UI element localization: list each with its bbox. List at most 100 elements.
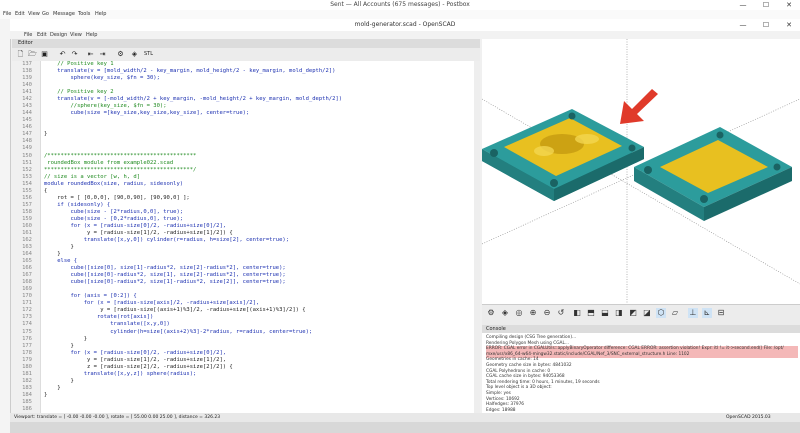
3d-viewport[interactable] [482, 39, 800, 304]
perspective-icon[interactable]: ⬡ [656, 308, 666, 318]
view-top-icon[interactable]: ⬒ [586, 308, 596, 318]
openscad-menu-design[interactable]: Design [50, 31, 67, 39]
preview-icon[interactable]: ⚙ [486, 308, 496, 318]
code-line: // Positive key 1 [44, 61, 114, 67]
code-line: cylinder(h=size[(axis+2)%3]-2*radius, r=… [44, 328, 313, 335]
code-line: } [44, 251, 61, 258]
code-line: y = [radius-size[(axis+1)%3]/2, -radius+… [44, 307, 306, 314]
openscad-menu-help[interactable]: Help [86, 31, 97, 39]
zoom-out-icon[interactable]: ⊖ [542, 308, 552, 318]
viewport-status: Viewport: translate = [ -0.00 -0.00 -0.0… [14, 415, 221, 420]
show-axes-icon[interactable]: ⊥ [688, 308, 698, 318]
line-number: 157 [22, 201, 32, 208]
version-label: OpenSCAD 2015.03 [726, 415, 771, 420]
code-line: cube(size - [2*radius,0,0], true); [44, 208, 184, 215]
line-number: 144 [22, 110, 32, 117]
postbox-menu-go[interactable]: Go [42, 10, 49, 19]
line-number: 140 [22, 82, 32, 89]
code-line: for (x = [radius-size[axis]/2, -radius+s… [44, 300, 260, 307]
postbox-menu-view[interactable]: View [28, 10, 40, 19]
redo-icon[interactable]: ↷ [70, 50, 79, 59]
openscad-menu-view[interactable]: View [70, 31, 82, 39]
code-line: /***************************************… [44, 152, 197, 159]
openscad-maximize-button[interactable]: ☐ [755, 20, 777, 30]
postbox-maximize-button[interactable]: ☐ [755, 0, 777, 10]
line-number: 143 [22, 103, 32, 110]
code-line: // Positive key 2 [44, 89, 114, 96]
postbox-menu-edit[interactable]: Edit [15, 10, 25, 19]
line-number: 150 [22, 152, 32, 159]
code-line: cube([size[0], size[1]-radius*2, size[2]… [44, 265, 286, 272]
line-number: 156 [22, 194, 32, 201]
editor-toolbar [12, 48, 480, 62]
postbox-menu-message[interactable]: Message [53, 10, 75, 19]
line-number: 141 [22, 89, 32, 96]
line-number: 184 [22, 391, 32, 398]
postbox-menu-tools[interactable]: Tools [78, 10, 90, 19]
render-view [482, 39, 800, 304]
line-number: 186 [22, 405, 32, 412]
line-number: 167 [22, 272, 32, 279]
editor-scrollbar[interactable] [474, 61, 480, 413]
code-line: translate(v = [mold_width/2 - key_margin… [44, 68, 336, 75]
line-number: 145 [22, 117, 32, 124]
indent-icon[interactable]: ⇥ [98, 50, 107, 59]
openscad-menu-file[interactable]: File [24, 31, 32, 39]
orthogonal-icon[interactable]: ▱ [670, 308, 680, 318]
code-line: cube(size - [0,2*radius,0], true); [44, 215, 184, 222]
code-line: roundedBox module from example022.scad [44, 159, 174, 166]
line-number: 155 [22, 187, 32, 194]
line-number: 158 [22, 208, 32, 215]
undo-icon[interactable]: ↶ [58, 50, 67, 59]
open-file-icon[interactable]: 🗁 [28, 50, 37, 59]
code-line: cube(size =[key_size,key_size,key_size],… [44, 110, 250, 117]
code-line: for (axis = [0:2]) { [44, 293, 137, 300]
code-line: rot = [ [0,0,0], [90,0,90], [90,90,0] ]; [44, 194, 190, 201]
line-number: 139 [22, 75, 32, 82]
render-icon[interactable]: ◈ [130, 50, 139, 59]
code-line: // size is a vector [w, h, d] [44, 173, 141, 180]
view-right-icon[interactable]: ◧ [572, 308, 582, 318]
postbox-close-button[interactable]: ✕ [778, 0, 800, 10]
unindent-icon[interactable]: ⇤ [86, 50, 95, 59]
openscad-close-button[interactable]: ✕ [778, 20, 800, 30]
postbox-menu-help[interactable]: Help [95, 10, 106, 19]
line-number: 168 [22, 279, 32, 286]
line-number: 149 [22, 145, 32, 152]
preview-icon[interactable]: ⚙ [116, 50, 125, 59]
view-left-icon[interactable]: ◨ [614, 308, 624, 318]
openscad-minimize-button[interactable]: — [732, 20, 754, 30]
render-icon[interactable]: ◈ [500, 308, 510, 318]
view-all-icon[interactable]: ◎ [514, 308, 524, 318]
view-front-icon[interactable]: ◩ [628, 308, 638, 318]
mold-half-right [634, 127, 792, 221]
postbox-menu-file[interactable]: File [3, 10, 11, 19]
export-stl-icon[interactable]: STL [144, 50, 153, 59]
line-number: 137 [22, 61, 32, 67]
status-bar: Viewport: translate = [ -0.00 -0.00 -0.0… [10, 413, 800, 422]
reset-view-icon[interactable]: ↺ [556, 308, 566, 318]
code-line: } [44, 342, 74, 349]
code-line: for (x = [radius-size[0]/2, -radius+size… [44, 349, 227, 356]
postbox-minimize-button[interactable]: — [732, 0, 754, 10]
openscad-menu-edit[interactable]: Edit [37, 31, 47, 39]
openscad-menubar [10, 31, 800, 39]
code-line: else { [44, 258, 78, 265]
code-line: translate([x,y,z]) sphere(radius); [44, 370, 197, 377]
view-bottom-icon[interactable]: ⬓ [600, 308, 610, 318]
console-panel-title: Console [482, 325, 800, 333]
code-line: } [44, 131, 48, 138]
annotation-arrow [620, 89, 658, 124]
save-icon[interactable]: ▣ [40, 50, 49, 59]
new-file-icon[interactable]: 🗋 [16, 50, 25, 59]
code-line: for (x = [radius-size[0]/2, -radius+size… [44, 222, 227, 229]
view-back-icon[interactable]: ◪ [642, 308, 652, 318]
zoom-in-icon[interactable]: ⊕ [528, 308, 538, 318]
show-scale-icon[interactable]: ⊾ [702, 308, 712, 318]
line-number: 183 [22, 384, 32, 391]
show-edges-icon[interactable]: ⊟ [716, 308, 726, 318]
line-number: 177 [22, 342, 32, 349]
line-number: 172 [22, 307, 32, 314]
code-line: sphere(key_size, $fn = 30); [44, 75, 160, 82]
postbox-sidebar [0, 19, 11, 433]
